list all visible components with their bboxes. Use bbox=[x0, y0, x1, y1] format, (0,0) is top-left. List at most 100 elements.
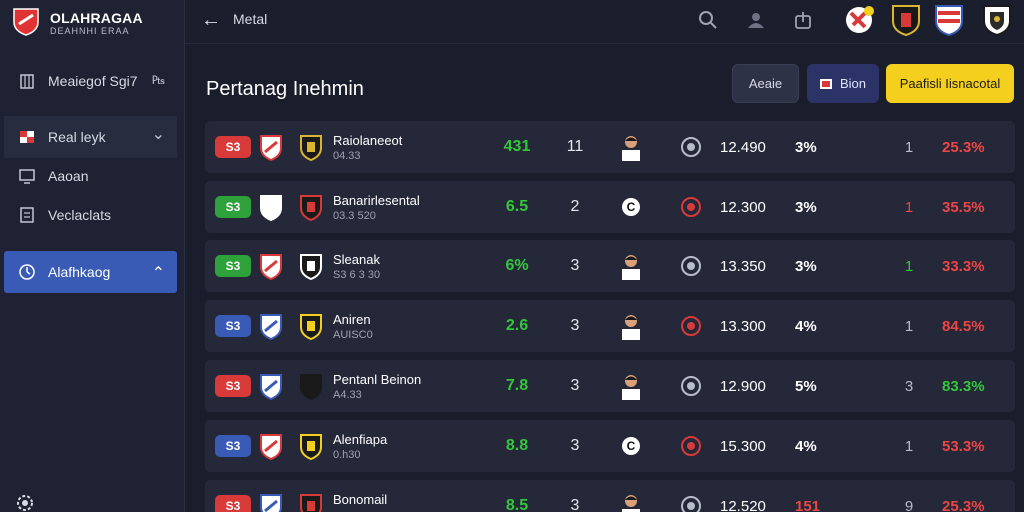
match-time: A4.33 bbox=[333, 389, 362, 401]
flag-small-icon bbox=[819, 78, 832, 89]
flag-icon bbox=[18, 128, 36, 146]
player-avatar-icon bbox=[622, 136, 640, 161]
rank-value: 3 bbox=[570, 377, 580, 394]
home-crest-icon bbox=[260, 494, 282, 512]
odds-value: 6% bbox=[505, 257, 529, 274]
odds-value: 431 bbox=[503, 138, 531, 155]
away-crest-icon bbox=[300, 374, 322, 401]
sidebar-item-label: Real leyk bbox=[48, 129, 106, 145]
percent-value: 3% bbox=[795, 258, 817, 275]
sidebar-item-3[interactable]: Veclaclats bbox=[4, 194, 177, 236]
rank-value: 3 bbox=[570, 497, 580, 512]
player-letter: C bbox=[622, 437, 640, 455]
count-value: 1 bbox=[904, 199, 914, 216]
player-letter-icon: C bbox=[619, 432, 643, 460]
sidebar-item-label: Veclaclats bbox=[48, 207, 112, 223]
match-time: 03.3 520 bbox=[333, 210, 376, 222]
team-name: Alenfiapa bbox=[333, 432, 388, 447]
match-status-pill: S3 bbox=[215, 435, 251, 457]
match-time: 04.33 bbox=[333, 150, 361, 162]
match-status-pill: S3 bbox=[215, 375, 251, 397]
rate-value: 35.5% bbox=[942, 199, 985, 216]
match-row[interactable]: S3 Aniren AUISC0 2.6 3 13.300 4% 1 84.5% bbox=[205, 300, 1015, 352]
odds-value: 8.5 bbox=[505, 497, 529, 512]
share-icon[interactable] bbox=[791, 8, 815, 32]
building-icon bbox=[18, 72, 36, 90]
price-value: 12.490 bbox=[720, 139, 766, 156]
player-avatar-icon bbox=[622, 255, 640, 280]
flag-crest-icon[interactable] bbox=[933, 3, 965, 37]
count-value: 1 bbox=[904, 318, 914, 335]
match-row[interactable]: S3 Alenfiapa 0.h30 8.8 3 C 15.300 4% 1 5… bbox=[205, 420, 1015, 472]
sidebar-item-label: Meaiegof Sgi7 bbox=[48, 73, 138, 89]
match-status-pill: S3 bbox=[215, 315, 251, 337]
team-name: Raiolaneeot bbox=[333, 133, 403, 148]
sidebar-item-0[interactable]: Meaiegof Sgi7 ₧ bbox=[4, 60, 177, 102]
team-name: Aniren bbox=[333, 312, 371, 327]
player-avatar-icon bbox=[622, 495, 640, 512]
home-crest-icon bbox=[260, 254, 282, 281]
match-time: S3 6 3 30 bbox=[333, 269, 381, 281]
shield-crest-icon[interactable] bbox=[981, 3, 1013, 37]
settings-icon[interactable] bbox=[14, 490, 36, 512]
count-value: 3 bbox=[904, 378, 914, 395]
player-letter-icon: C bbox=[619, 193, 643, 221]
sidebar-item-2[interactable]: Aaoan bbox=[4, 155, 177, 197]
count-value: 1 bbox=[904, 258, 914, 275]
brand-subtitle: DEAHNHI ERAA bbox=[50, 26, 130, 36]
chevron-down-icon[interactable]: ⌄ bbox=[152, 124, 165, 144]
player-letter: C bbox=[622, 198, 640, 216]
rate-value: 25.3% bbox=[942, 139, 985, 156]
back-arrow-icon[interactable]: ← bbox=[201, 9, 221, 32]
price-value: 12.520 bbox=[720, 498, 766, 512]
club-badge-icon bbox=[681, 137, 701, 157]
topbar-title: Metal bbox=[233, 11, 268, 27]
primary-action-button[interactable]: Paafisli Iisnacotal bbox=[886, 64, 1014, 103]
odds-value: 2.6 bbox=[505, 317, 529, 334]
rate-value: 83.3% bbox=[942, 378, 985, 395]
home-crest-icon bbox=[260, 195, 282, 222]
rank-value: 3 bbox=[570, 317, 580, 334]
rate-value: 53.3% bbox=[942, 438, 985, 455]
odds-value: 8.8 bbox=[505, 437, 529, 454]
price-value: 12.900 bbox=[720, 378, 766, 395]
chevron-up-icon[interactable]: ⌃ bbox=[152, 263, 165, 283]
filter-button[interactable]: Aeaie bbox=[732, 64, 799, 103]
match-row[interactable]: S3 Raiolaneeot 04.33 431 11 12.490 3% 1 … bbox=[205, 121, 1015, 173]
search-icon[interactable] bbox=[696, 8, 720, 32]
rate-value: 84.5% bbox=[942, 318, 985, 335]
match-row[interactable]: S3 Sleanak S3 6 3 30 6% 3 13.350 3% 1 33… bbox=[205, 240, 1015, 292]
percent-value: 5% bbox=[795, 378, 817, 395]
club-badge-icon bbox=[681, 376, 701, 396]
team-badge-icon[interactable] bbox=[843, 3, 875, 37]
sidebar: OLAHRAGAA DEAHNHI ERAA Meaiegof Sgi7 ₧ R… bbox=[0, 0, 185, 512]
price-value: 13.300 bbox=[720, 318, 766, 335]
team-name: Bonomail bbox=[333, 492, 388, 507]
rank-value: 11 bbox=[566, 138, 584, 155]
rate-value: 25.3% bbox=[942, 498, 985, 512]
match-status-pill: S3 bbox=[215, 255, 251, 277]
view-button[interactable]: Bion bbox=[807, 64, 879, 103]
sidebar-item-1[interactable]: Real leyk ⌄ bbox=[4, 116, 177, 158]
home-crest-icon bbox=[260, 434, 282, 461]
club-badge-icon bbox=[681, 256, 701, 276]
match-row[interactable]: S3 Pentanl Beinon A4.33 7.8 3 12.900 5% … bbox=[205, 360, 1015, 412]
team-name: Sleanak bbox=[333, 252, 380, 267]
match-row[interactable]: S3 Bonomail 8.5 3 12.520 151 9 25.3% bbox=[205, 480, 1015, 512]
rate-value: 33.3% bbox=[942, 258, 985, 275]
user-icon[interactable] bbox=[744, 8, 768, 32]
sidebar-item-4[interactable]: Alafhkaog ⌃ bbox=[4, 251, 177, 293]
percent-value: 151 bbox=[795, 498, 821, 512]
view-button-label: Bion bbox=[839, 76, 867, 91]
brand-logo[interactable]: OLAHRAGAA DEAHNHI ERAA bbox=[10, 4, 185, 44]
rank-value: 3 bbox=[570, 437, 580, 454]
percent-value: 4% bbox=[795, 438, 817, 455]
club-crest-icon[interactable] bbox=[890, 3, 922, 37]
team-name: Banarirlesental bbox=[333, 193, 420, 208]
away-crest-icon bbox=[300, 135, 322, 162]
away-crest-icon bbox=[300, 195, 322, 222]
match-time: AUISC0 bbox=[333, 329, 373, 341]
away-crest-icon bbox=[300, 254, 322, 281]
match-row[interactable]: S3 Banarirlesental 03.3 520 6.5 2 C 12.3… bbox=[205, 181, 1015, 233]
match-time: 0.h30 bbox=[333, 449, 361, 461]
